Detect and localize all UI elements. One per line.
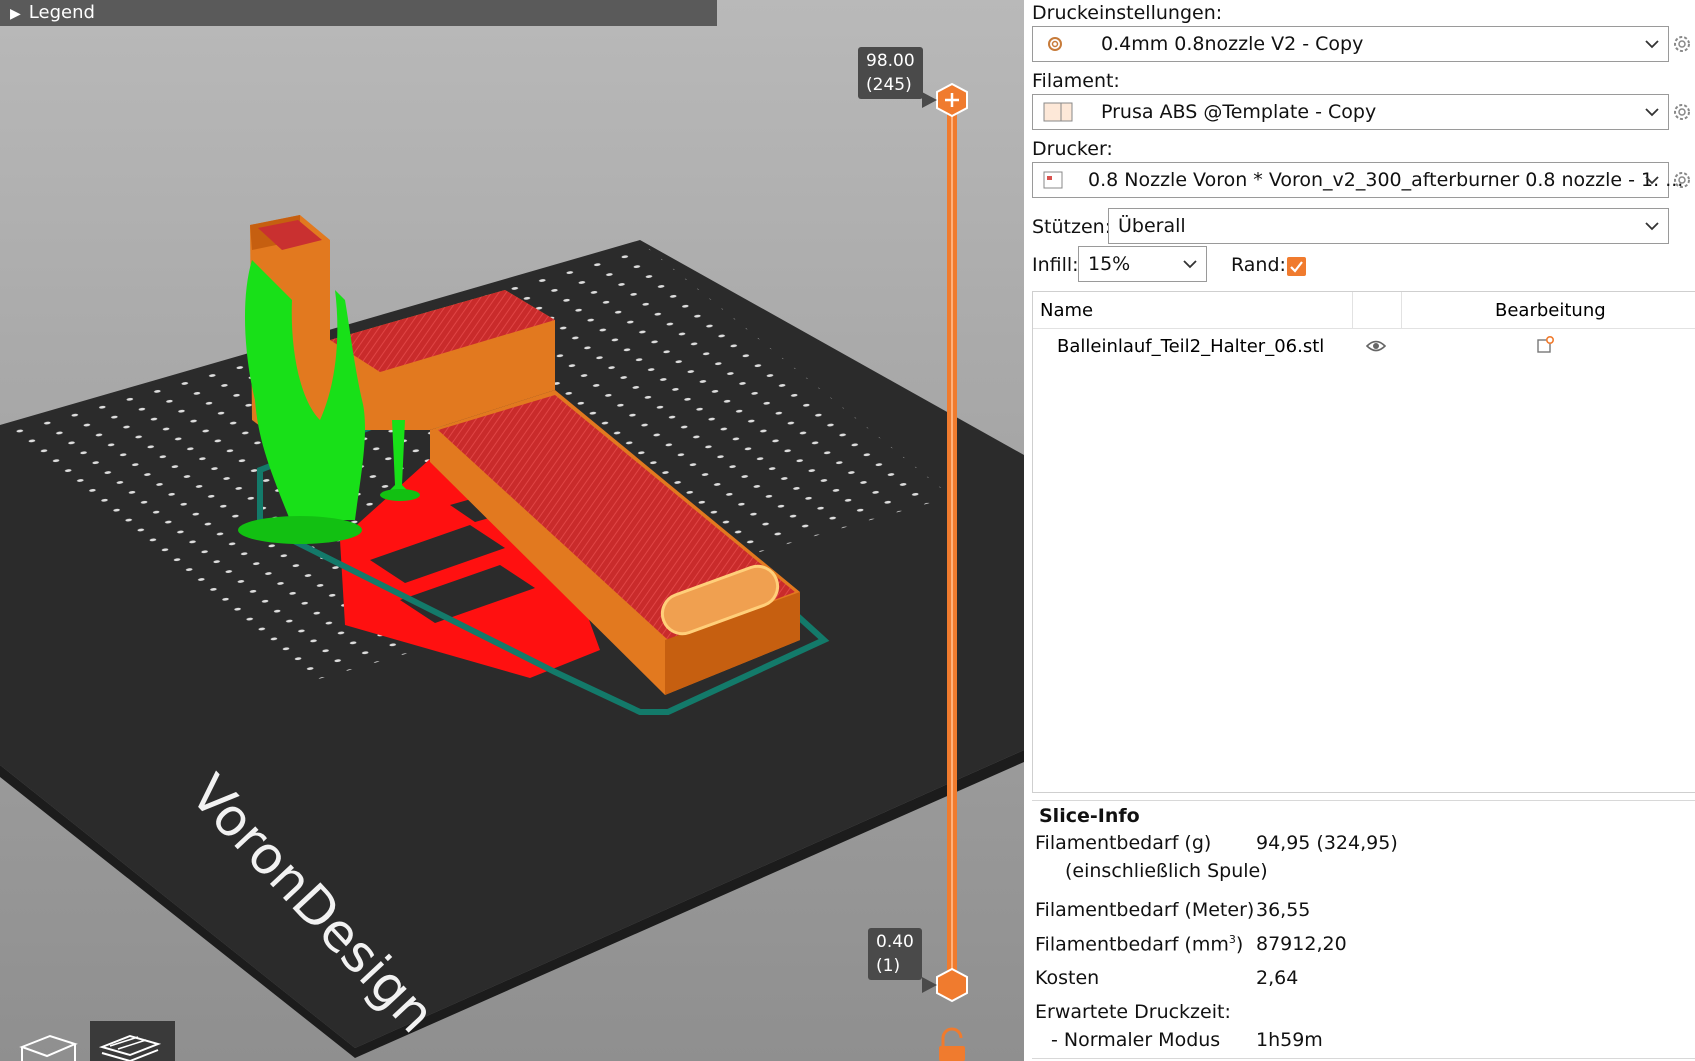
gear-icon[interactable] — [1672, 102, 1692, 126]
printer-label: Drucker: — [1032, 138, 1113, 160]
slider-bottom-handle[interactable] — [936, 967, 968, 1003]
eye-icon[interactable] — [1365, 338, 1387, 357]
printer-icon — [1043, 171, 1063, 193]
normal-mode-value: 1h59m — [1256, 1029, 1323, 1051]
scene-render: VoronDesign — [0, 82, 1024, 1061]
print-settings-value: 0.4mm 0.8nozzle V2 - Copy — [1101, 33, 1364, 55]
legend-toggle[interactable]: ▶ Legend — [0, 0, 717, 26]
slice-info-panel: Slice-Info Filamentbedarf (g) 94,95 (324… — [1032, 800, 1695, 1059]
brim-label: Rand: — [1231, 254, 1286, 276]
supports-combo[interactable]: Überall — [1108, 208, 1669, 244]
filament-meters-label: Filamentbedarf (Meter) — [1035, 899, 1255, 921]
filament-volume-value: 87912,20 — [1256, 933, 1347, 955]
list-item[interactable]: Balleinlauf_Teil2_Halter_06.stl — [1033, 332, 1695, 364]
print-settings-label: Druckeinstellungen: — [1032, 2, 1223, 24]
filament-grams-sublabel: (einschließlich Spule) — [1065, 860, 1268, 882]
filament-label: Filament: — [1032, 70, 1120, 92]
chevron-down-icon — [1644, 218, 1660, 238]
object-list-header: Name Bearbeitung — [1033, 292, 1695, 329]
chevron-down-icon — [1644, 172, 1660, 192]
printer-combo[interactable]: 0.8 Nozzle Voron * Voron_v2_300_afterbur… — [1032, 162, 1683, 198]
object-name: Balleinlauf_Teil2_Halter_06.stl — [1057, 336, 1325, 357]
infill-label: Infill: — [1032, 254, 1079, 276]
supports-label: Stützen: — [1032, 216, 1112, 238]
chevron-down-icon — [1644, 104, 1660, 124]
legend-label: Legend — [28, 2, 95, 23]
filament-grams-value: 94,95 (324,95) — [1256, 832, 1398, 854]
filament-color-swatch-icon — [1043, 102, 1073, 126]
filament-value: Prusa ABS @Template - Copy — [1101, 101, 1377, 123]
supports-value: Überall — [1118, 215, 1186, 237]
slice-info-title: Slice-Info — [1039, 805, 1140, 827]
slider-bottom-readout: 0.40 (1) — [868, 928, 922, 980]
3d-viewport[interactable]: VoronDesign ▶ Legend 98.00 (245) 0.40 (1… — [0, 0, 1024, 1061]
print-settings-combo[interactable]: 0.4mm 0.8nozzle V2 - Copy — [1032, 26, 1669, 62]
infill-combo[interactable]: 15% — [1078, 246, 1207, 282]
edit-settings-icon[interactable] — [1537, 335, 1555, 358]
gear-icon[interactable] — [1672, 170, 1692, 194]
bottom-layer: (1) — [876, 956, 901, 976]
lock-icon[interactable] — [939, 1027, 965, 1061]
cog-icon — [1045, 34, 1065, 58]
filament-grams-label: Filamentbedarf (g) — [1035, 832, 1212, 854]
settings-panel: Druckeinstellungen: 0.4mm 0.8nozzle V2 -… — [1024, 0, 1695, 1061]
normal-mode-label: - Normaler Modus — [1051, 1029, 1221, 1051]
filament-combo[interactable]: Prusa ABS @Template - Copy — [1032, 94, 1669, 130]
gear-icon[interactable] — [1672, 34, 1692, 58]
infill-value: 15% — [1088, 253, 1131, 275]
filament-volume-label: Filamentbedarf (mm3) — [1035, 933, 1244, 956]
top-height: 98.00 — [866, 51, 915, 71]
top-layer: (245) — [866, 75, 912, 95]
object-list: Name Bearbeitung Balleinlauf_Teil2_Halte… — [1032, 291, 1695, 793]
column-name[interactable]: Name — [1040, 300, 1093, 321]
column-edit[interactable]: Bearbeitung — [1495, 300, 1606, 321]
printer-value: 0.8 Nozzle Voron * Voron_v2_300_afterbur… — [1088, 169, 1684, 191]
filament-meters-value: 36,55 — [1256, 899, 1311, 921]
expand-triangle-icon: ▶ — [10, 6, 21, 22]
slider-top-handle[interactable] — [936, 82, 968, 118]
chevron-down-icon — [1644, 36, 1660, 56]
chevron-down-icon — [1182, 256, 1198, 276]
cost-label: Kosten — [1035, 967, 1100, 989]
cost-value: 2,64 — [1256, 967, 1299, 989]
3d-view-icon[interactable] — [19, 1034, 78, 1061]
brim-checkbox[interactable] — [1287, 257, 1306, 280]
print-time-label: Erwartete Druckzeit: — [1035, 1001, 1231, 1023]
bottom-height: 0.40 — [876, 932, 914, 952]
slider-top-readout: 98.00 (245) — [858, 47, 923, 99]
view-mode-toolbar — [19, 1021, 175, 1061]
